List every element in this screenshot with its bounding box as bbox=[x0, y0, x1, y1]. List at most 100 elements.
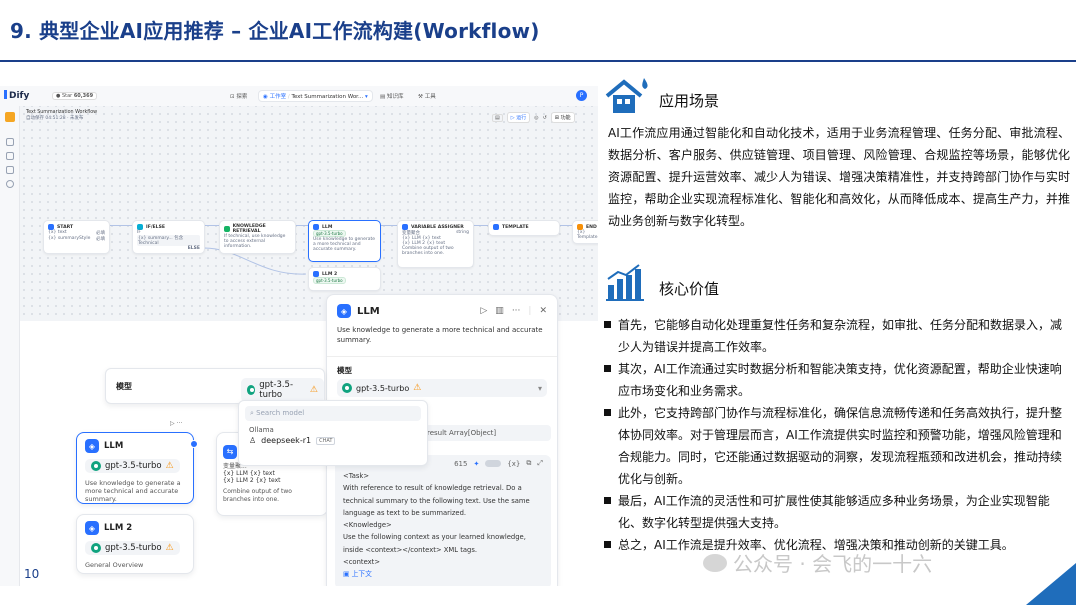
model-card-select[interactable]: gpt-3.5-turbo ⚠ bbox=[241, 378, 324, 402]
knowledge-icon: ▤ bbox=[380, 94, 386, 100]
llm-card-model: gpt-3.5-turbo ⚠ bbox=[85, 459, 180, 473]
autosave-status: 自动保存 04:51:28 · 未发布 bbox=[26, 116, 84, 121]
insert-variable-icon[interactable]: {x} bbox=[507, 460, 520, 468]
model-label: 模型 bbox=[337, 366, 352, 375]
slide-title: 9. 典型企业AI应用推荐 – 企业AI工作流构建(Workflow) bbox=[10, 18, 540, 43]
node-start[interactable]: START {x} text 必填 {x} summaryStyle 必填 bbox=[43, 220, 110, 254]
watermark: 公众号 · 会飞的一十六 bbox=[703, 548, 932, 577]
llm2-card[interactable]: ◈ LLM 2 gpt-3.5-turbo ⚠ General Overview bbox=[76, 514, 194, 574]
nav-knowledge[interactable]: ▤ 知识库 bbox=[380, 92, 403, 100]
value-bullet-1: 首先，它能够自动化处理重复性任务和复杂流程，如审批、任务分配和数据录入，减少人为… bbox=[603, 314, 1068, 358]
openai-icon bbox=[91, 461, 101, 471]
features-button[interactable]: ⊞ 功能 bbox=[550, 112, 575, 123]
llm-card-icon: ◈ bbox=[85, 439, 99, 453]
page-number: 10 bbox=[24, 567, 40, 581]
run-step-icon[interactable]: ▷ bbox=[480, 306, 487, 316]
nav-studio[interactable]: ◉ 工作室 / Text Summarization Wor... ▾ bbox=[258, 90, 373, 102]
model-dropdown: ⌕ Search model Ollama ♙ deepseek-r1 CHAT bbox=[238, 400, 428, 466]
dify-screenshot: Dify ● Star 60,369 ⊡ 探索 ◉ 工作室 / Text Sum… bbox=[0, 86, 598, 586]
openai-icon bbox=[342, 383, 352, 393]
copy-icon[interactable]: ⧉ bbox=[526, 459, 531, 468]
canvas-toolbar: ▤ ▷ 运行 ◎ ↺ ⊞ 功能 bbox=[492, 112, 575, 123]
node-ifelse[interactable]: IF/ELSE IF {x} summary... 包含 Technical E… bbox=[132, 220, 205, 254]
api-icon[interactable] bbox=[6, 152, 14, 160]
context-variable[interactable]: result Array[Object] bbox=[423, 425, 551, 441]
prompt-text: <Task> With reference to result of knowl… bbox=[343, 472, 530, 579]
value-bullet-2: 其次，AI工作流通过实时数据分析和智能决策支持，优化资源配置，帮助企业快速响应市… bbox=[603, 358, 1068, 402]
openai-icon bbox=[91, 543, 101, 553]
node-llm-small[interactable]: LLM gpt-3.5-turbo Use knowledge to gener… bbox=[308, 220, 381, 262]
scenario-title: 应用场景 bbox=[659, 92, 720, 110]
edge-template-end bbox=[560, 225, 572, 226]
history-icon[interactable]: ▤ bbox=[492, 113, 503, 122]
edge-knowledge-llm bbox=[296, 225, 308, 226]
dify-topbar: Dify ● Star 60,369 ⊡ 探索 ◉ 工作室 / Text Sum… bbox=[0, 86, 598, 106]
jinja-toggle[interactable] bbox=[485, 460, 502, 467]
chevron-down-icon: ▾ bbox=[537, 383, 542, 393]
dify-logo[interactable]: Dify bbox=[4, 90, 29, 101]
node-knowledge-retrieval[interactable]: KNOWLEDGE RETRIEVAL If technical, use kn… bbox=[219, 220, 296, 254]
app-header: Text Summarization Workflow 自动保存 04:51:2… bbox=[26, 110, 97, 121]
model-group-ollama: Ollama bbox=[249, 426, 274, 434]
history-button[interactable]: ↺ bbox=[543, 115, 547, 121]
node-mini-toolbar: ▷ ··· bbox=[170, 420, 182, 427]
checklist-icon[interactable]: ◎ bbox=[534, 115, 538, 121]
github-icon: ● bbox=[56, 93, 61, 99]
chat-tag: CHAT bbox=[316, 436, 336, 445]
context-icon: ▣ bbox=[343, 570, 350, 579]
model-card-zoom: 模型 gpt-3.5-turbo ⚠ bbox=[105, 368, 325, 404]
play-icon: ▷ bbox=[510, 115, 515, 121]
github-star-button[interactable]: ● Star 60,369 bbox=[52, 92, 98, 100]
search-icon: ⌕ bbox=[250, 409, 254, 417]
avatar[interactable]: P bbox=[576, 90, 587, 101]
orchestrate-icon[interactable] bbox=[6, 138, 14, 146]
title-rule bbox=[0, 60, 1076, 62]
prompt-editor[interactable]: 615 ✦ {x} ⧉ ⤢ <Task> With reference to r… bbox=[335, 455, 551, 586]
sparkle-icon[interactable]: ✦ bbox=[473, 460, 479, 468]
panel-title: LLM bbox=[357, 305, 380, 317]
llm2-card-icon: ◈ bbox=[85, 521, 99, 535]
more-icon[interactable]: ··· bbox=[177, 420, 183, 427]
model-card-label: 模型 bbox=[116, 382, 132, 391]
features-icon: ⊞ bbox=[554, 115, 559, 121]
run-button[interactable]: ▷ 运行 bbox=[506, 112, 531, 123]
dify-app-sidebar bbox=[0, 106, 20, 586]
expand-icon[interactable]: ⤢ bbox=[537, 459, 543, 468]
docs-icon[interactable]: ▥ bbox=[495, 306, 504, 316]
close-icon[interactable]: ✕ bbox=[539, 306, 547, 316]
node-end[interactable]: END {x} Template bbox=[572, 220, 598, 244]
nav-explore[interactable]: ⊡ 探索 bbox=[230, 92, 247, 100]
node-connector-handle[interactable] bbox=[190, 440, 198, 448]
warning-icon: ⚠ bbox=[309, 385, 318, 395]
title-bar: 9. 典型企业AI应用推荐 – 企业AI工作流构建(Workflow) bbox=[0, 0, 1076, 58]
knowledge-retrieval-icon bbox=[224, 226, 230, 232]
openai-icon bbox=[247, 385, 256, 395]
node-template[interactable]: TEMPLATE bbox=[488, 220, 560, 236]
token-count: 615 bbox=[454, 459, 468, 468]
llm-card[interactable]: ◈ LLM gpt-3.5-turbo ⚠ Use knowledge to gen… bbox=[76, 432, 194, 504]
app-icon[interactable] bbox=[5, 112, 15, 122]
edge-va-template bbox=[474, 225, 488, 226]
slide: 9. 典型企业AI应用推荐 – 企业AI工作流构建(Workflow) Dify… bbox=[0, 0, 1076, 605]
more-icon[interactable]: ··· bbox=[512, 306, 521, 316]
scenario-text: AI工作流应用通过智能化和自动化技术，适用于业务流程管理、任务分配、审批流程、数… bbox=[608, 126, 1070, 228]
logs-icon[interactable] bbox=[6, 166, 14, 174]
edge-llm-va bbox=[381, 225, 397, 226]
monitor-icon[interactable] bbox=[6, 180, 14, 188]
value-bullet-3: 此外，它支持跨部门协作与流程标准化，确保信息流畅传递和任务高效执行，提升整体协同… bbox=[603, 402, 1068, 490]
model-option-deepseek[interactable]: ♙ deepseek-r1 CHAT bbox=[239, 435, 427, 446]
model-search-input[interactable]: ⌕ Search model bbox=[245, 406, 421, 421]
value-bullet-4: 最后，AI工作流的灵活性和可扩展性使其能够适应多种业务场景，为企业实现智能化、数… bbox=[603, 490, 1068, 534]
chart-icon bbox=[606, 264, 644, 301]
warning-icon: ⚠ bbox=[413, 383, 422, 393]
panel-description[interactable]: Use knowledge to generate a more technic… bbox=[327, 322, 557, 348]
run-node-icon[interactable]: ▷ bbox=[170, 420, 175, 427]
nav-tools[interactable]: ⚒ 工具 bbox=[418, 92, 436, 100]
llama-icon: ♙ bbox=[249, 436, 257, 445]
node-variable-assigner[interactable]: VARIABLE ASSIGNER 变量聚合 string {x} LLM {x}… bbox=[397, 220, 474, 268]
chevron-down-icon: ▾ bbox=[364, 94, 368, 100]
edge-start-ifelse bbox=[110, 225, 132, 226]
llm-panel-icon: ◈ bbox=[337, 304, 351, 318]
node-llm2-small[interactable]: LLM 2 gpt-3.5-turbo bbox=[308, 267, 381, 291]
model-select[interactable]: gpt-3.5-turbo ⚠ ▾ bbox=[337, 379, 547, 397]
